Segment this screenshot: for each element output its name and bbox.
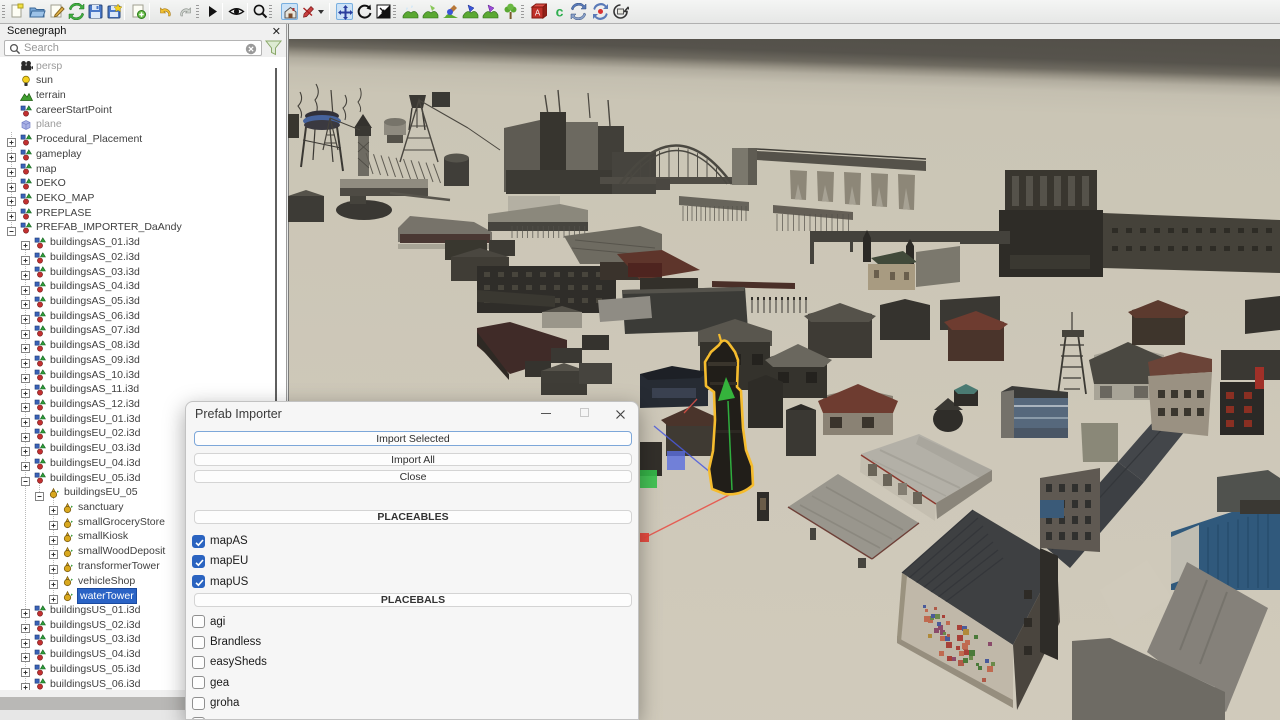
svg-text:A: A <box>535 9 541 18</box>
svg-text:c: c <box>556 4 564 20</box>
